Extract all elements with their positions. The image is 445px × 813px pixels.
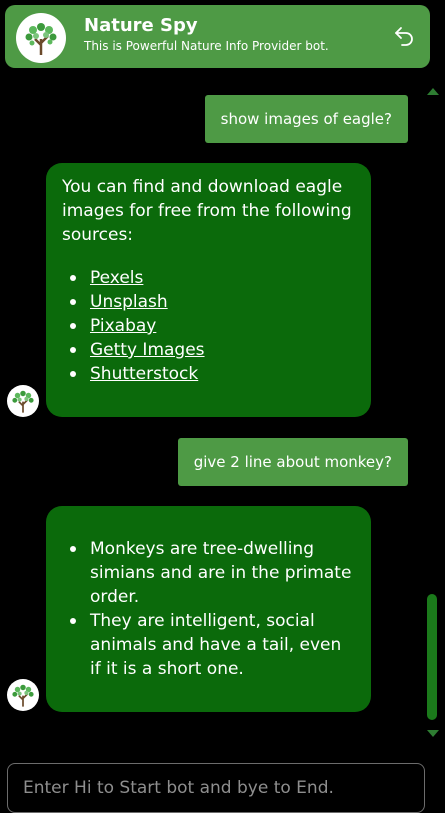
list-item: Monkeys are tree-dwelling simians and ar… (70, 537, 355, 609)
undo-arrow-icon (395, 27, 413, 46)
list-item: Pexels (70, 266, 205, 290)
bot-logo (16, 13, 66, 63)
source-list: Pexels Unsplash Pixabay Getty Images Shu… (70, 266, 205, 386)
link-getty-images[interactable]: Getty Images (90, 340, 205, 360)
bot-title: Nature Spy (84, 15, 198, 36)
list-item: Pixabay (70, 314, 205, 338)
bot-message: You can find and download eagle images f… (46, 163, 371, 417)
chat-header: Nature Spy This is Powerful Nature Info … (5, 5, 430, 68)
link-pexels[interactable]: Pexels (90, 268, 143, 288)
link-unsplash[interactable]: Unsplash (90, 292, 168, 312)
list-item: Shutterstock (70, 362, 205, 386)
scroll-thumb[interactable] (427, 594, 437, 720)
chat-input[interactable] (7, 763, 425, 813)
bot-message-text: You can find and download eagle images f… (62, 177, 352, 245)
scroll-up-arrow[interactable] (427, 88, 439, 95)
user-message: give 2 line about monkey? (177, 438, 408, 486)
link-shutterstock[interactable]: Shutterstock (90, 364, 198, 384)
list-item: Unsplash (70, 290, 205, 314)
bot-message: Monkeys are tree-dwelling simians and ar… (46, 506, 371, 712)
tree-icon (25, 23, 57, 55)
bot-avatar (7, 679, 39, 711)
list-item: Getty Images (70, 338, 205, 362)
back-button[interactable] (392, 23, 416, 47)
bot-subtitle: This is Powerful Nature Info Provider bo… (84, 39, 329, 53)
list-item: They are intelligent, social animals and… (70, 609, 355, 681)
user-message: show images of eagle? (204, 95, 408, 143)
bot-avatar (7, 385, 39, 417)
scroll-down-arrow[interactable] (427, 730, 439, 737)
link-pixabay[interactable]: Pixabay (90, 316, 156, 336)
chat-scrollbar[interactable] (424, 85, 440, 740)
tree-icon (12, 684, 34, 707)
tree-icon (12, 390, 34, 413)
fact-list: Monkeys are tree-dwelling simians and ar… (70, 537, 355, 681)
